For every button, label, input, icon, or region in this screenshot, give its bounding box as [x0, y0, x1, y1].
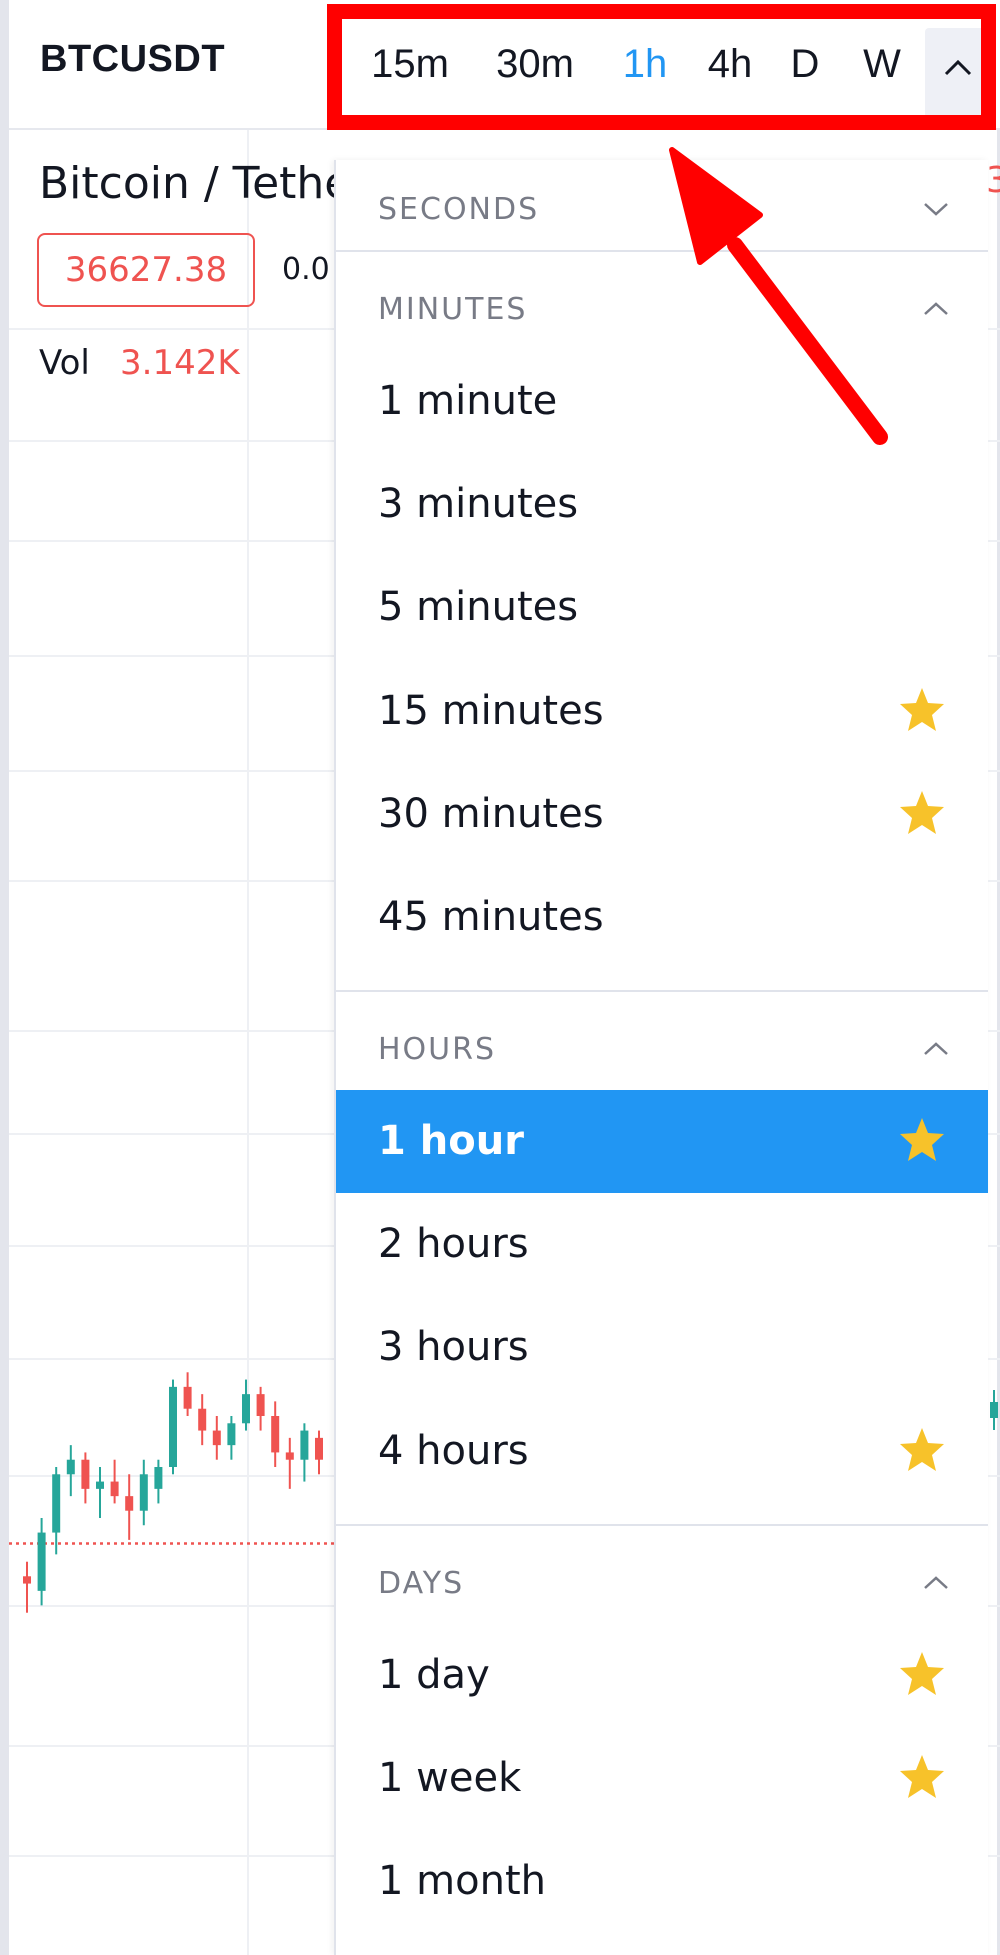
candle-body — [198, 1408, 207, 1431]
menu-item-1-minute[interactable]: 1 minute — [336, 350, 988, 453]
menu-item-1-week[interactable]: 1 week — [336, 1727, 988, 1830]
candle-body — [300, 1430, 309, 1460]
candle-body — [169, 1386, 177, 1467]
menu-item-label: 2 hours — [378, 1221, 529, 1267]
left-edge-border — [0, 0, 9, 1955]
section-header-minutes[interactable]: MINUTES — [336, 260, 988, 360]
price-scale-fragment: 3 — [986, 160, 1000, 201]
grid-line — [247, 130, 249, 1955]
section-title: MINUTES — [378, 292, 528, 327]
menu-item-1-hour[interactable]: 1 hour — [336, 1090, 988, 1193]
candle-body — [23, 1576, 31, 1584]
chevron-up-icon — [924, 1576, 948, 1589]
star-favorite-icon[interactable] — [898, 686, 946, 732]
candle-body — [52, 1474, 61, 1533]
menu-item-15-minutes[interactable]: 15 minutes — [336, 660, 988, 763]
section-header-seconds[interactable]: SECONDS — [336, 160, 988, 260]
section-header-hours[interactable]: HOURS — [336, 1000, 988, 1100]
menu-item-4-hours[interactable]: 4 hours — [336, 1400, 988, 1503]
menu-item-label: 5 minutes — [378, 584, 579, 630]
section-divider — [336, 990, 988, 992]
tradingview-chart-screen: Bitcoin / TetherUS 36627.38 0.0 Vol 3.14… — [0, 0, 1000, 1955]
candle-body — [96, 1481, 104, 1489]
menu-item-label: 1 hour — [378, 1118, 524, 1164]
menu-item-label: 45 minutes — [378, 894, 604, 940]
candle-body — [242, 1394, 250, 1424]
menu-item-30-minutes[interactable]: 30 minutes — [336, 763, 988, 866]
menu-item-label: 1 day — [378, 1652, 490, 1698]
star-favorite-icon[interactable] — [898, 1650, 946, 1696]
candle-body — [139, 1474, 148, 1511]
candle-body — [285, 1452, 294, 1460]
candle-body — [66, 1459, 75, 1475]
chevron-up-icon — [924, 1042, 948, 1055]
menu-item-2-hours[interactable]: 2 hours — [336, 1193, 988, 1296]
candle-body — [110, 1481, 119, 1497]
section-title: DAYS — [378, 1566, 465, 1601]
menu-item-label: 3 minutes — [378, 481, 579, 527]
candle-body — [125, 1496, 134, 1511]
chevron-up-icon — [924, 302, 948, 315]
menu-item-label: 15 minutes — [378, 688, 604, 734]
menu-item-3-hours[interactable]: 3 hours — [336, 1296, 988, 1399]
menu-item-5-minutes[interactable]: 5 minutes — [336, 556, 988, 659]
menu-item-label: 4 hours — [378, 1428, 529, 1474]
candle-body — [81, 1459, 90, 1489]
star-favorite-icon[interactable] — [898, 1116, 946, 1162]
menu-item-label: 30 minutes — [378, 791, 604, 837]
star-favorite-icon[interactable] — [898, 1753, 946, 1799]
candle-body — [183, 1386, 192, 1409]
timeframe-dropdown-menu: SECONDS MINUTES 1 minute 3 minutes 5 min… — [334, 160, 988, 1955]
last-price-badge: 36627.38 — [37, 233, 255, 307]
candle-body — [990, 1402, 998, 1418]
chevron-down-icon — [924, 203, 948, 216]
menu-item-label: 1 month — [378, 1858, 546, 1904]
menu-item-1-day[interactable]: 1 day — [336, 1624, 988, 1727]
menu-item-1-month[interactable]: 1 month — [336, 1830, 988, 1933]
star-favorite-icon[interactable] — [898, 789, 946, 835]
section-header-days[interactable]: DAYS — [336, 1534, 988, 1634]
candle-body — [37, 1532, 46, 1591]
menu-item-45-minutes[interactable]: 45 minutes — [336, 866, 988, 969]
symbol-search-button[interactable]: BTCUSDT — [40, 38, 225, 81]
section-divider — [336, 250, 988, 252]
menu-item-label: 1 minute — [378, 378, 558, 424]
section-title: HOURS — [378, 1032, 497, 1067]
volume-label: Vol — [39, 343, 90, 383]
menu-item-label: 3 hours — [378, 1324, 529, 1370]
candle-body — [212, 1430, 221, 1446]
price-change: 0.0 — [282, 252, 330, 287]
volume-value: 3.142K — [120, 343, 240, 383]
candle-body — [256, 1394, 265, 1416]
star-favorite-icon[interactable] — [898, 1426, 946, 1472]
symbol-legend-title: Bitcoin / TetherUS — [39, 158, 339, 209]
section-divider — [336, 1524, 988, 1526]
candle-body — [154, 1467, 163, 1489]
section-title: SECONDS — [378, 192, 540, 227]
menu-item-label: 1 week — [378, 1755, 522, 1801]
candle-body — [227, 1423, 236, 1446]
candle-body — [315, 1437, 323, 1460]
callout-highlight-box — [327, 4, 996, 130]
menu-item-3-minutes[interactable]: 3 minutes — [336, 453, 988, 556]
candle-body — [271, 1416, 280, 1453]
